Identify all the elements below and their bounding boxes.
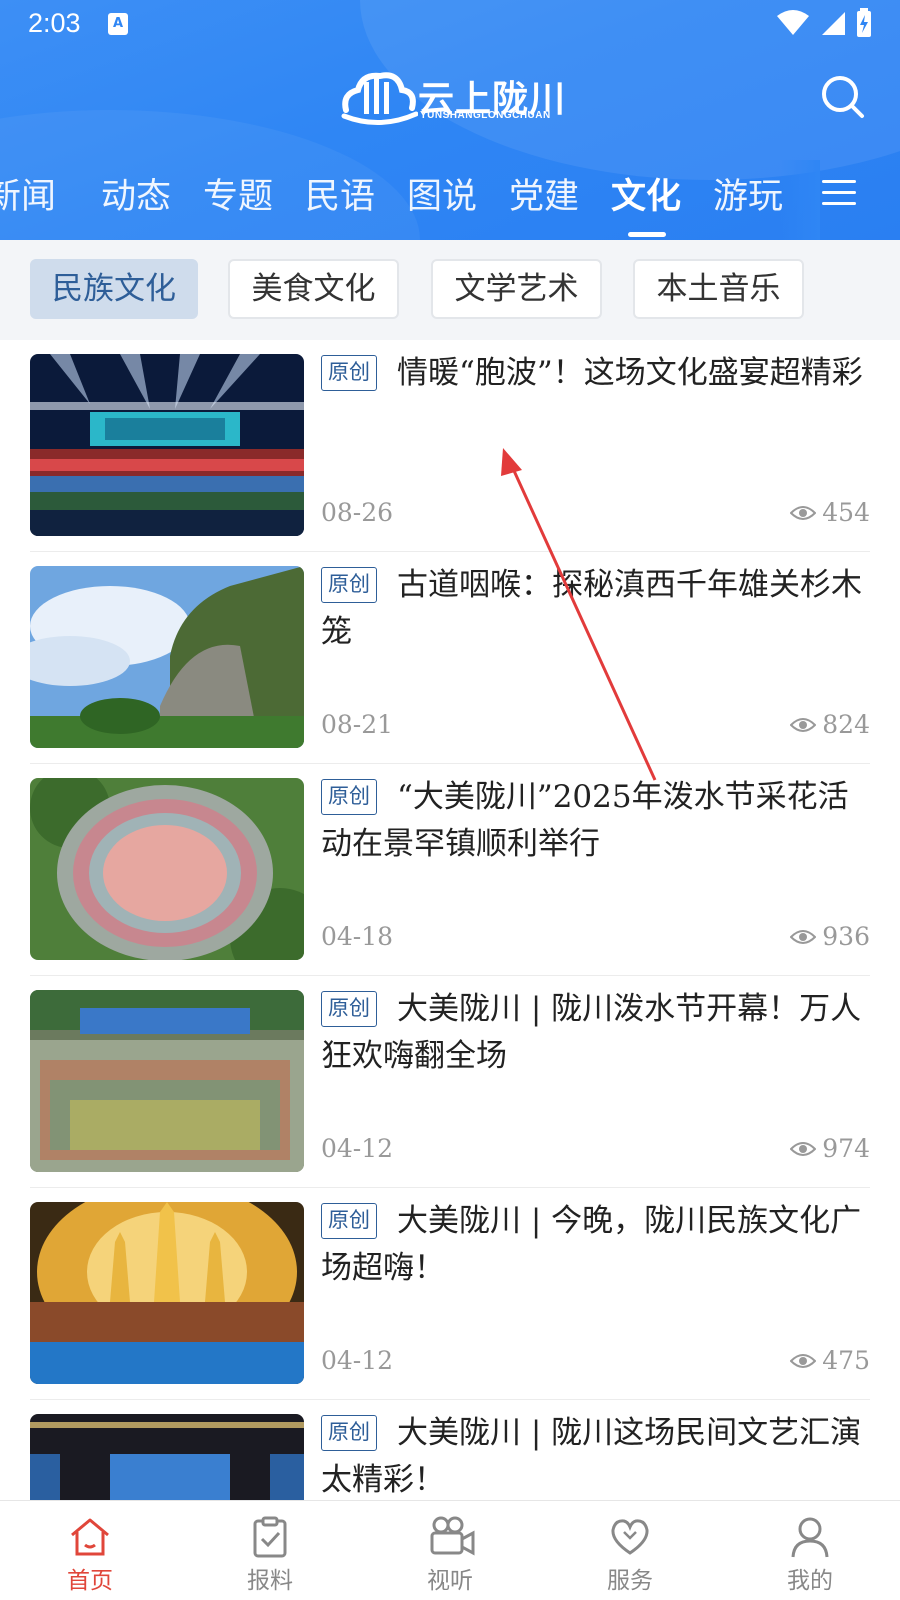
news-view-count: 936 [822,922,870,951]
news-thumbnail [30,778,304,960]
news-title: 情暖“胞波”！这场文化盛宴超精彩 [397,355,863,391]
news-item[interactable]: 原创 大美陇川 | 陇川这场民间文艺汇演太精彩！ [30,1400,870,1500]
news-view-count: 974 [822,1134,870,1163]
news-item[interactable]: 原创 古道咽喉：探秘滇西千年雄关杉木笼 08-21 824 [30,552,870,764]
news-views: 824 [790,710,870,739]
subcat-ethnic-culture[interactable]: 民族文化 [30,259,198,319]
heart-icon [611,1519,649,1555]
nav-label: 我的 [787,1568,833,1594]
battery-icon [857,8,871,37]
news-title: 大美陇川 | 今晚，陇川民族文化广场超嗨！ [321,1203,862,1286]
news-views: 974 [790,1134,870,1163]
nav-home[interactable]: 首页 [30,1501,150,1600]
video-camera-icon [430,1516,475,1556]
news-date: 04-12 [321,1134,394,1163]
news-title-area: 原创 大美陇川 | 今晚，陇川民族文化广场超嗨！ [321,1198,870,1292]
search-icon [822,76,864,118]
news-title-area: 原创 “大美陇川”2025年泼水节采花活动在景罕镇顺利举行 [321,774,870,868]
news-date: 04-12 [321,1346,394,1375]
search-button[interactable] [820,74,870,124]
news-date: 08-21 [321,710,394,739]
news-title-area: 原创 情暖“胞波”！这场文化盛宴超精彩 [321,350,870,397]
tab-party-building[interactable]: 党建 [509,168,579,219]
news-view-count: 824 [822,710,870,739]
tab-minority-language[interactable]: 民语 [305,168,375,219]
channel-tabs: 新闻 动态 专题 民语 图说 党建 文化 游玩 [0,160,900,240]
news-title-area: 原创 古道咽喉：探秘滇西千年雄关杉木笼 [321,562,870,656]
news-views: 454 [790,498,870,527]
status-icons [776,8,872,38]
news-thumbnail [30,1414,304,1500]
app-logo: 云上陇川 YUNSHANGLONGCHUAN [340,64,570,128]
subcat-literature-art[interactable]: 文学艺术 [431,259,602,319]
report-icon [253,1516,287,1558]
logo-emblem-icon [341,72,418,126]
eye-icon [790,717,817,732]
status-time: 2:03 [28,8,81,38]
subcategory-bar: 民族文化 美食文化 文学艺术 本土音乐 [0,240,900,340]
home-icon [71,1518,109,1556]
news-list: 原创 情暖“胞波”！这场文化盛宴超精彩 08-26 454 原创 古道咽喉：探秘… [0,340,900,1500]
notification-badge-icon: A [108,13,128,35]
nav-label: 报料 [247,1568,293,1594]
nav-label: 服务 [607,1568,653,1594]
tab-picture-talk[interactable]: 图说 [407,168,477,219]
nav-audio-visual[interactable]: 视听 [390,1501,510,1600]
nav-label: 视听 [427,1568,473,1594]
news-thumbnail [30,354,304,536]
news-thumbnail [30,1202,304,1384]
user-icon [791,1517,829,1558]
tab-dynamics[interactable]: 动态 [101,168,171,219]
original-tag: 原创 [321,991,377,1027]
menu-icon [822,180,870,205]
original-tag: 原创 [321,779,377,815]
logo-subtitle: YUNSHANGLONGCHUAN [420,110,551,121]
subcat-food-culture[interactable]: 美食文化 [228,259,399,319]
eye-icon [790,1141,817,1156]
nav-label: 首页 [67,1568,113,1594]
cellular-signal-icon [822,12,845,35]
news-title-area: 原创 大美陇川 | 陇川泼水节开幕！万人狂欢嗨翻全场 [321,986,870,1080]
app-screen: 2:03 A 云上陇川 YUNSHANGLONGCHUAN 新闻 动态 专题 民… [0,0,900,1600]
nav-report[interactable]: 报料 [210,1501,330,1600]
eye-icon [790,929,817,944]
news-views: 936 [790,922,870,951]
eye-icon [790,1353,817,1368]
original-tag: 原创 [321,1203,377,1239]
tab-topics[interactable]: 专题 [203,168,273,219]
wifi-icon [777,10,809,35]
news-title: 大美陇川 | 陇川泼水节开幕！万人狂欢嗨翻全场 [321,991,862,1074]
news-title: 大美陇川 | 陇川这场民间文艺汇演太精彩！ [321,1415,862,1498]
news-item[interactable]: 原创 大美陇川 | 陇川泼水节开幕！万人狂欢嗨翻全场 04-12 974 [30,976,870,1188]
news-views: 475 [790,1346,870,1375]
original-tag: 原创 [321,567,377,603]
news-title-area: 原创 大美陇川 | 陇川这场民间文艺汇演太精彩！ [321,1410,870,1500]
eye-icon [790,505,817,520]
news-view-count: 475 [822,1346,870,1375]
status-bar: 2:03 A [0,0,900,50]
original-tag: 原创 [321,1415,377,1451]
news-thumbnail [30,990,304,1172]
tabs-fade [780,160,820,240]
channel-menu-button[interactable] [822,174,870,210]
news-item[interactable]: 原创 大美陇川 | 今晚，陇川民族文化广场超嗨！ 04-12 475 [30,1188,870,1400]
news-date: 04-18 [321,922,394,951]
news-view-count: 454 [822,498,870,527]
original-tag: 原创 [321,355,377,391]
subcat-local-music[interactable]: 本土音乐 [633,259,804,319]
tab-news[interactable]: 新闻 [0,168,56,219]
news-item[interactable]: 原创 “大美陇川”2025年泼水节采花活动在景罕镇顺利举行 04-18 936 [30,764,870,976]
tab-travel[interactable]: 游玩 [713,168,783,219]
nav-services[interactable]: 服务 [570,1501,690,1600]
news-title: “大美陇川”2025年泼水节采花活动在景罕镇顺利举行 [321,779,849,862]
active-tab-indicator [628,232,666,237]
news-title: 古道咽喉：探秘滇西千年雄关杉木笼 [321,567,862,650]
news-item[interactable]: 原创 情暖“胞波”！这场文化盛宴超精彩 08-26 454 [30,340,870,552]
news-date: 08-26 [321,498,394,527]
header: 2:03 A 云上陇川 YUNSHANGLONGCHUAN 新闻 动态 专题 民… [0,0,900,240]
tab-culture[interactable]: 文化 [611,168,681,219]
bottom-navigation: 首页 报料 视听 服务 我的 [0,1500,900,1600]
nav-profile[interactable]: 我的 [750,1501,870,1600]
news-thumbnail [30,566,304,748]
